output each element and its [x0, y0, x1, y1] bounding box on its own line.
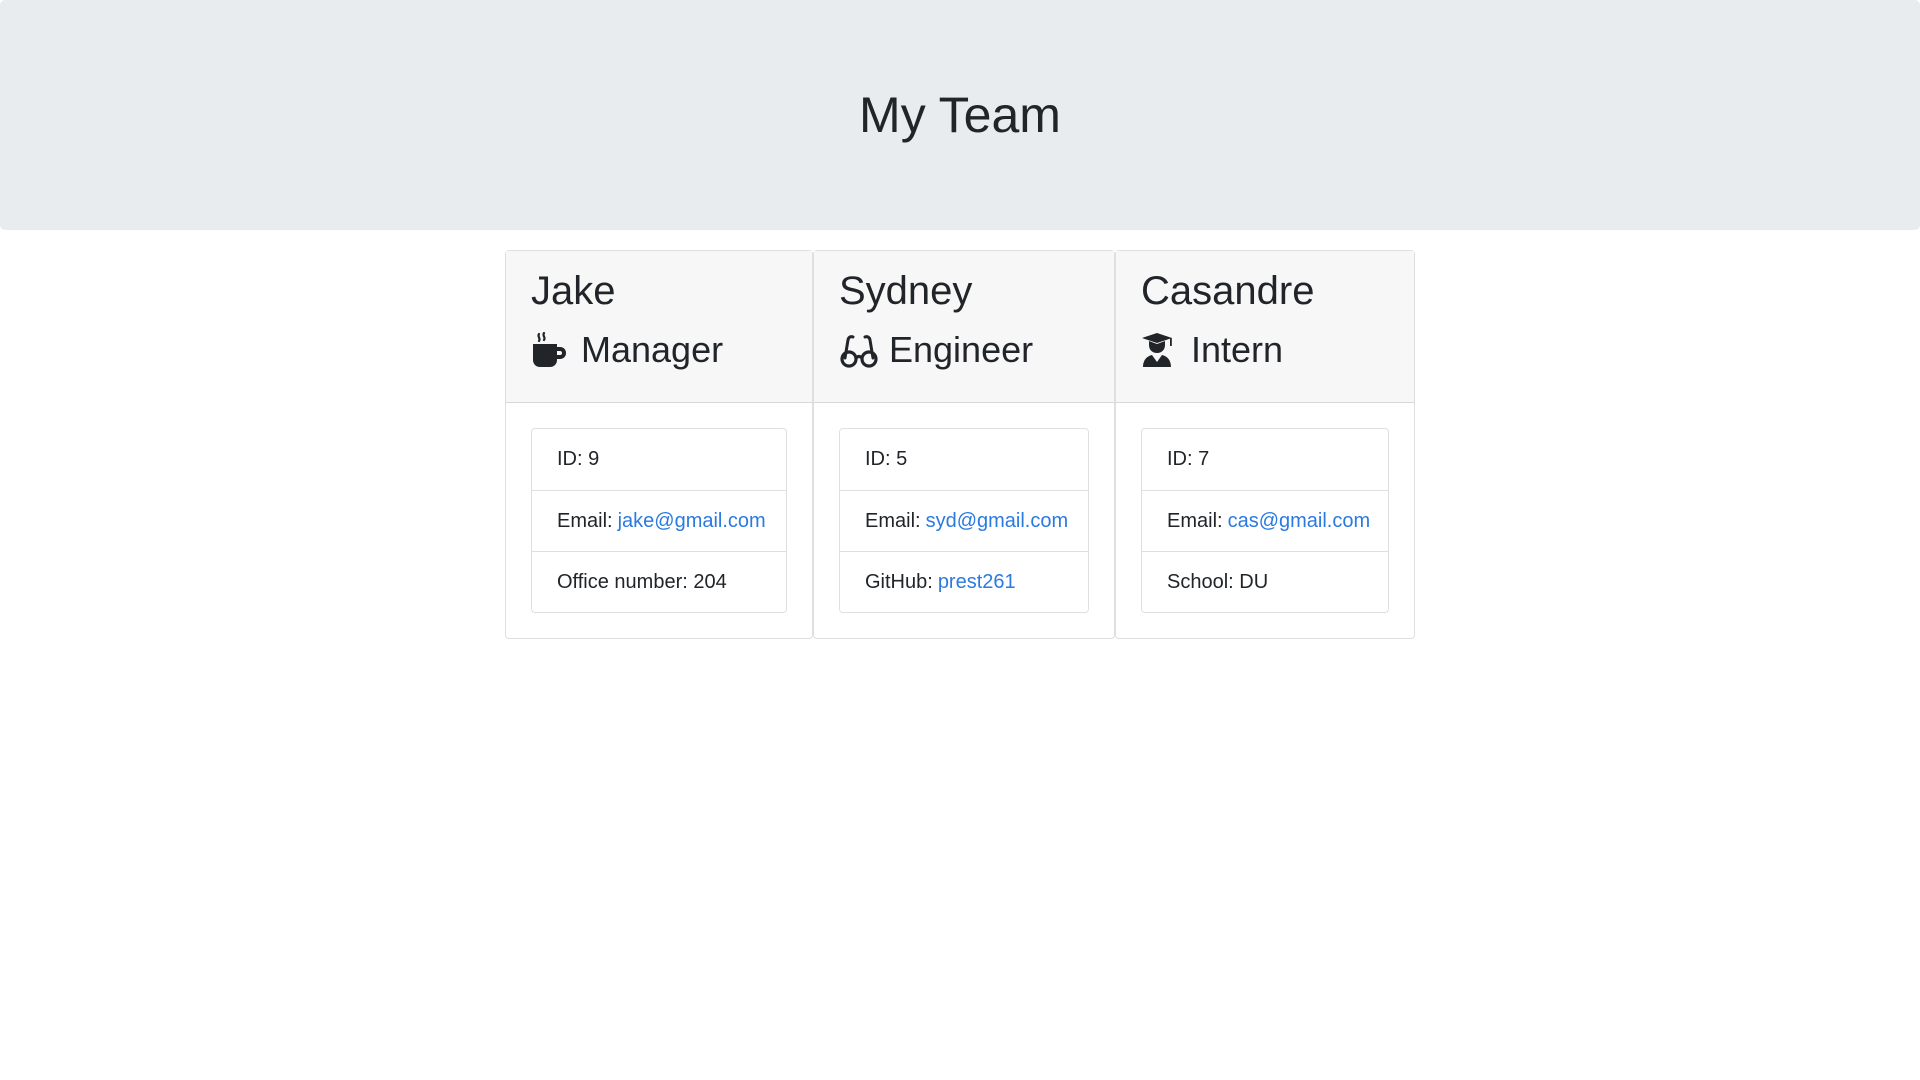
card-body: ID: 7 Email: cas@gmail.com School: DU: [1116, 403, 1414, 638]
employee-details: ID: 5 Email: syd@gmail.com GitHub: prest…: [839, 428, 1089, 613]
employee-role-label: Intern: [1191, 329, 1284, 370]
email-label: Email:: [865, 509, 921, 532]
employee-email-row: Email: cas@gmail.com: [1142, 490, 1388, 551]
email-label: Email:: [1167, 509, 1223, 532]
github-link[interactable]: prest261: [938, 571, 1016, 594]
card-body: ID: 9 Email: jake@gmail.com Office numbe…: [506, 403, 812, 638]
employee-id: ID: 7: [1167, 448, 1210, 470]
employee-card-manager: Jake Manager ID: 9 Email: jake@gmail.com…: [505, 250, 813, 639]
glasses-icon: [839, 330, 881, 370]
employee-role: Engineer: [839, 328, 1089, 371]
employee-role: Manager: [531, 328, 787, 371]
graduate-icon: [1141, 330, 1183, 370]
email-link[interactable]: jake@gmail.com: [618, 510, 766, 533]
team-cards: Jake Manager ID: 9 Email: jake@gmail.com…: [505, 250, 1415, 639]
page-title: My Team: [859, 86, 1061, 143]
employee-name: Casandre: [1141, 269, 1315, 313]
employee-id: ID: 9: [557, 448, 600, 470]
school: School: DU: [1142, 551, 1388, 612]
employee-card-engineer: Sydney Engineer ID: 5 Email: syd@gmail.c…: [813, 250, 1115, 639]
email-label: Email:: [557, 509, 613, 532]
card-header: Jake Manager: [506, 251, 812, 403]
card-header: Casandre Intern: [1116, 251, 1414, 403]
employee-id: ID: 5: [865, 448, 908, 470]
github-row: GitHub: prest261: [840, 551, 1088, 612]
github-label: GitHub:: [865, 570, 933, 593]
employee-role: Intern: [1141, 328, 1389, 371]
employee-card-intern: Casandre Intern ID: 7 Email: cas@gmail.c…: [1115, 250, 1415, 639]
office-number: Office number: 204: [532, 551, 786, 612]
employee-details: ID: 9 Email: jake@gmail.com Office numbe…: [531, 428, 787, 613]
employee-email-row: Email: jake@gmail.com: [532, 490, 786, 551]
employee-name: Jake: [531, 269, 616, 313]
card-body: ID: 5 Email: syd@gmail.com GitHub: prest…: [814, 403, 1114, 638]
coffee-icon: [531, 330, 573, 370]
employee-name: Sydney: [839, 269, 973, 313]
page-header: My Team: [0, 0, 1920, 230]
employee-details: ID: 7 Email: cas@gmail.com School: DU: [1141, 428, 1389, 613]
card-header: Sydney Engineer: [814, 251, 1114, 403]
email-link[interactable]: syd@gmail.com: [926, 510, 1069, 533]
employee-email-row: Email: syd@gmail.com: [840, 490, 1088, 551]
employee-role-label: Engineer: [889, 329, 1034, 370]
email-link[interactable]: cas@gmail.com: [1228, 510, 1371, 533]
employee-role-label: Manager: [581, 329, 724, 370]
